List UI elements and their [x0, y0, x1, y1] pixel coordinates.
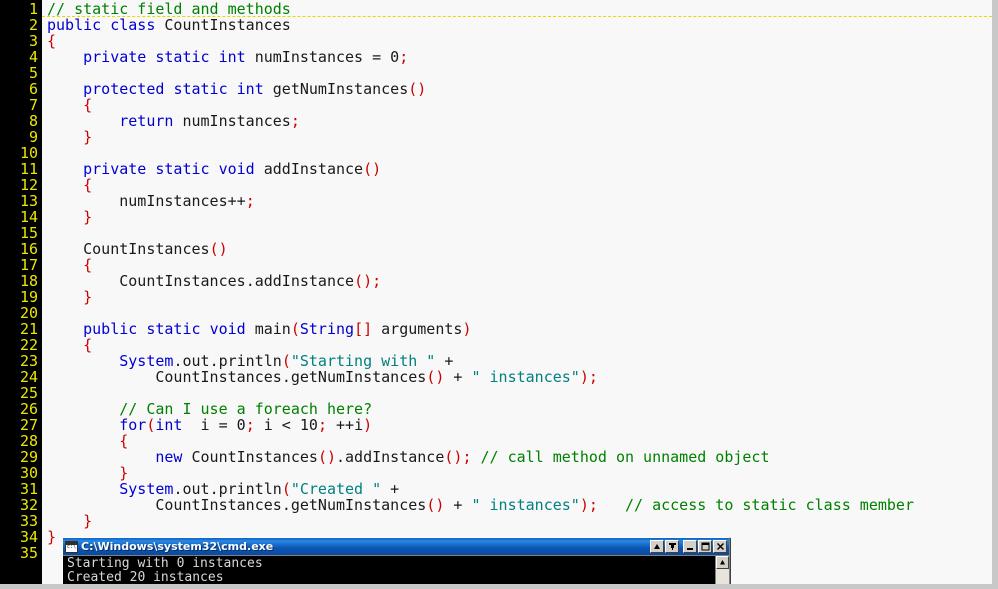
line-number: 17	[19, 256, 38, 274]
line-number: 34	[19, 528, 38, 546]
line-number: 31	[19, 480, 38, 498]
line-number: 25	[19, 384, 38, 402]
code-line[interactable]: // static field and methods	[42, 1, 992, 17]
line-number: 13	[19, 192, 38, 210]
line-number: 28	[19, 432, 38, 450]
code-editor[interactable]: 1 2 3 4 5 6 7 8 9 10 11 12 13 14 15 16 17 18 19 20 21 22 23 24 2…	[0, 0, 992, 584]
code-line[interactable]	[47, 385, 992, 401]
code-line[interactable]	[47, 145, 992, 161]
line-number: 32	[19, 496, 38, 514]
code-line[interactable]: {	[47, 177, 992, 193]
line-number: 24	[19, 368, 38, 386]
restore-up-button[interactable]	[650, 540, 664, 553]
code-line[interactable]: {	[47, 97, 992, 113]
cmd-icon	[65, 540, 78, 553]
line-number: 8	[28, 112, 38, 130]
line-number: 5	[28, 64, 38, 82]
console-output-line: Starting with 0 instances	[67, 556, 263, 571]
line-number: 22	[19, 336, 38, 354]
code-line[interactable]: // Can I use a foreach here?	[47, 401, 992, 417]
console-scrollbar[interactable]	[715, 556, 729, 584]
line-number: 14	[19, 208, 38, 226]
code-line[interactable]: }	[47, 465, 992, 481]
line-number: 30	[19, 464, 38, 482]
line-number: 29	[19, 448, 38, 466]
code-line[interactable]: {	[47, 257, 992, 273]
console-title-bar[interactable]: C:\Windows\system32\cmd.exe	[63, 538, 729, 555]
code-text-area[interactable]: // static field and methods public class …	[42, 0, 992, 584]
line-number: 33	[19, 512, 38, 530]
code-line[interactable]: private static void addInstance()	[47, 161, 992, 177]
code-line[interactable]: public static void main(String[] argumen…	[47, 321, 992, 337]
code-line[interactable]: System.out.println("Starting with " +	[47, 353, 992, 369]
line-number-gutter: 1 2 3 4 5 6 7 8 9 10 11 12 13 14 15 16 17 18 19 20 21 22 23 24 2…	[0, 0, 42, 584]
command-prompt-window[interactable]: C:\Windows\system32\cmd.exe	[62, 537, 730, 588]
line-number: 21	[19, 320, 38, 338]
code-line[interactable]: }	[47, 289, 992, 305]
code-line[interactable]: }	[47, 129, 992, 145]
line-number: 6	[28, 80, 38, 98]
code-line[interactable]: protected static int getNumInstances()	[47, 81, 992, 97]
code-line[interactable]: }	[47, 209, 992, 225]
code-line[interactable]: CountInstances.addInstance();	[47, 273, 992, 289]
line-number: 20	[19, 304, 38, 322]
line-number: 12	[19, 176, 38, 194]
window-controls	[650, 540, 727, 553]
code-line[interactable]: {	[47, 337, 992, 353]
code-line[interactable]	[47, 225, 992, 241]
line-number: 1	[28, 0, 38, 18]
minimize-button[interactable]	[683, 540, 697, 553]
code-line[interactable]: private static int numInstances = 0;	[47, 49, 992, 65]
console-output: Starting with 0 instances Created 20 inst…	[63, 556, 715, 588]
line-number: 3	[28, 32, 38, 50]
code-line[interactable]: }	[47, 513, 992, 529]
code-line[interactable]: numInstances++;	[47, 193, 992, 209]
code-line[interactable]: CountInstances.getNumInstances() + " ins…	[47, 497, 992, 513]
line-number: 23	[19, 352, 38, 370]
line-number: 27	[19, 416, 38, 434]
screen-root: 1 2 3 4 5 6 7 8 9 10 11 12 13 14 15 16 17 18 19 20 21 22 23 24 2…	[0, 0, 998, 589]
line-number: 15	[19, 224, 38, 242]
line-number: 35	[19, 544, 38, 562]
code-line[interactable]	[47, 65, 992, 81]
maximize-button[interactable]	[698, 540, 712, 553]
scroll-track[interactable]	[716, 569, 729, 584]
line-number: 16	[19, 240, 38, 258]
code-line[interactable]	[47, 305, 992, 321]
line-number: 10	[19, 144, 38, 162]
console-output-line: Created 20 instances	[67, 570, 224, 585]
console-title-text: C:\Windows\system32\cmd.exe	[81, 540, 274, 553]
line-number: 9	[28, 128, 38, 146]
code-line[interactable]: {	[47, 33, 992, 49]
code-line[interactable]: return numInstances;	[47, 113, 992, 129]
code-line[interactable]: for(int i = 0; i < 10; ++i)	[47, 417, 992, 433]
code-line[interactable]: public class CountInstances	[47, 17, 992, 33]
line-number: 26	[19, 400, 38, 418]
scroll-up-button[interactable]	[716, 556, 729, 569]
code-line[interactable]: new CountInstances().addInstance(); // c…	[47, 449, 992, 465]
line-number: 19	[19, 288, 38, 306]
code-line[interactable]: CountInstances.getNumInstances() + " ins…	[47, 369, 992, 385]
console-output-line: Press any key to continue . . .	[67, 585, 715, 588]
line-number: 4	[28, 48, 38, 66]
code-line[interactable]: CountInstances()	[47, 241, 992, 257]
close-button[interactable]	[713, 540, 727, 553]
line-number: 11	[19, 160, 38, 178]
line-number: 18	[19, 272, 38, 290]
line-number: 7	[28, 96, 38, 114]
code-line[interactable]: System.out.println("Created " +	[47, 481, 992, 497]
console-body[interactable]: Starting with 0 instances Created 20 inst…	[63, 555, 729, 588]
pin-button[interactable]	[665, 540, 679, 553]
line-number: 2	[28, 16, 38, 34]
code-line[interactable]: {	[47, 433, 992, 449]
